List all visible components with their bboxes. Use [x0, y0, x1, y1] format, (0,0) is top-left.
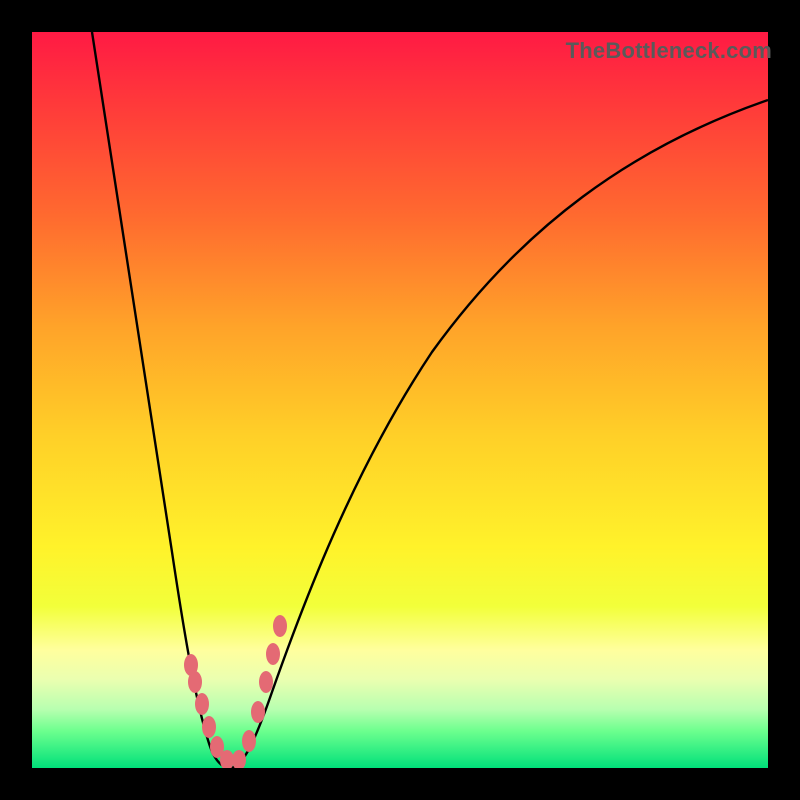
data-marker [242, 730, 256, 752]
data-marker [266, 643, 280, 665]
data-marker [195, 693, 209, 715]
curve-layer [32, 32, 768, 768]
plot-area: TheBottleneck.com [32, 32, 768, 768]
data-marker [188, 671, 202, 693]
chart-frame: TheBottleneck.com [0, 0, 800, 800]
data-marker [232, 750, 246, 768]
right-curve-path [230, 100, 768, 768]
data-marker [259, 671, 273, 693]
data-marker [251, 701, 265, 723]
left-curve-path [92, 32, 230, 768]
data-marker [273, 615, 287, 637]
data-marker [202, 716, 216, 738]
